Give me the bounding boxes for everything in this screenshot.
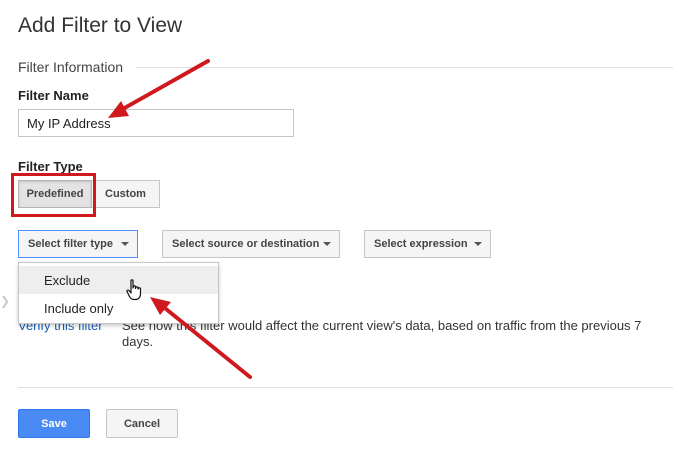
filter-name-label: Filter Name [18,88,89,103]
annotation-highlight-box [11,173,96,217]
menu-item-include-only[interactable]: Include only [19,294,218,322]
caret-down-icon [474,242,482,246]
filter-name-input[interactable] [18,109,294,137]
hand-pointer-icon [126,279,142,301]
tab-custom[interactable]: Custom [92,180,160,208]
collapse-chevron-icon: ❯ [0,294,11,308]
cancel-button[interactable]: Cancel [106,409,178,438]
caret-down-icon [323,242,331,246]
menu-item-exclude[interactable]: Exclude [19,266,218,294]
filter-type-label: Filter Type [18,159,83,174]
page-title: Add Filter to View [18,14,183,37]
section-divider [136,67,673,68]
source-destination-dropdown[interactable]: Select source or destination [162,230,340,258]
actions-divider [18,387,673,388]
source-destination-dropdown-label: Select source or destination [172,238,320,250]
expression-dropdown[interactable]: Select expression [364,230,491,258]
filter-type-menu: Exclude Include only [18,262,219,324]
section-title: Filter Information [18,59,124,75]
caret-down-icon [121,242,129,246]
filter-type-dropdown-label: Select filter type [28,238,113,250]
expression-dropdown-label: Select expression [374,238,468,250]
save-button[interactable]: Save [18,409,90,438]
annotation-arrow-to-name [119,59,210,112]
filter-type-dropdown[interactable]: Select filter type [18,230,138,258]
